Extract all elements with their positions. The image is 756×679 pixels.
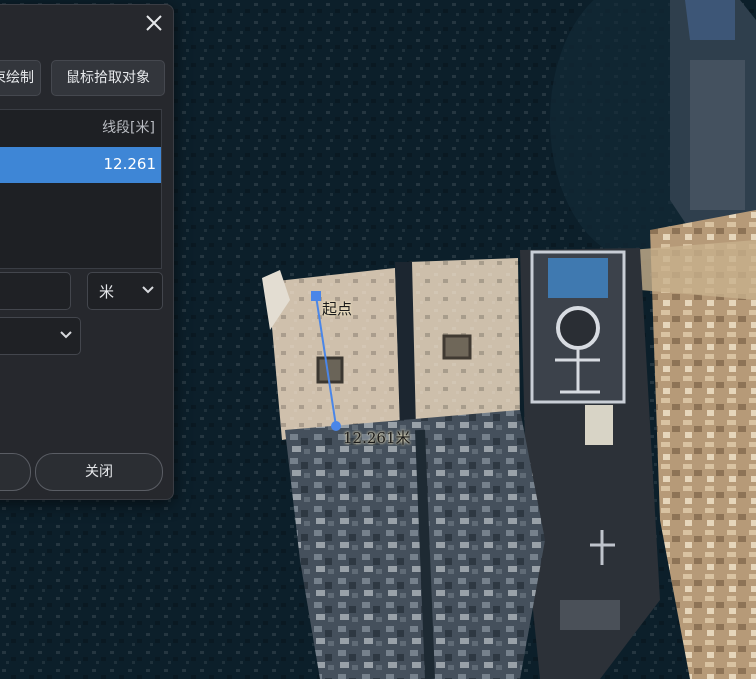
measure-start-label: 起点 [322,300,353,318]
pick-object-button[interactable]: 鼠标拾取对象 [51,60,165,96]
value-field[interactable] [0,272,71,310]
unit-select[interactable]: 米 [87,272,163,310]
measure-distance-label: 12.261米 [343,429,411,447]
close-button[interactable]: 关闭 [35,453,163,491]
segments-table: 线段[米] 12.261 [0,109,162,269]
close-icon [146,15,162,31]
segment-column-header: 线段[米] [102,120,155,136]
dialog-close-button[interactable] [141,10,167,36]
unit-select-value: 米 [99,283,115,301]
chevron-down-icon [58,326,74,346]
segment-length-cell: 12.261 [103,155,157,173]
table-row[interactable]: 12.261 [0,147,161,183]
secondary-button[interactable] [0,453,31,491]
draw-button[interactable]: 束绘制 [0,60,41,96]
measure-start-vertex [311,291,321,301]
type-select[interactable] [0,317,81,355]
chevron-down-icon [140,281,156,301]
measure-dialog: 束绘制 鼠标拾取对象 线段[米] 12.261 米 关闭 [0,4,174,500]
measure-end-vertex [331,421,341,431]
